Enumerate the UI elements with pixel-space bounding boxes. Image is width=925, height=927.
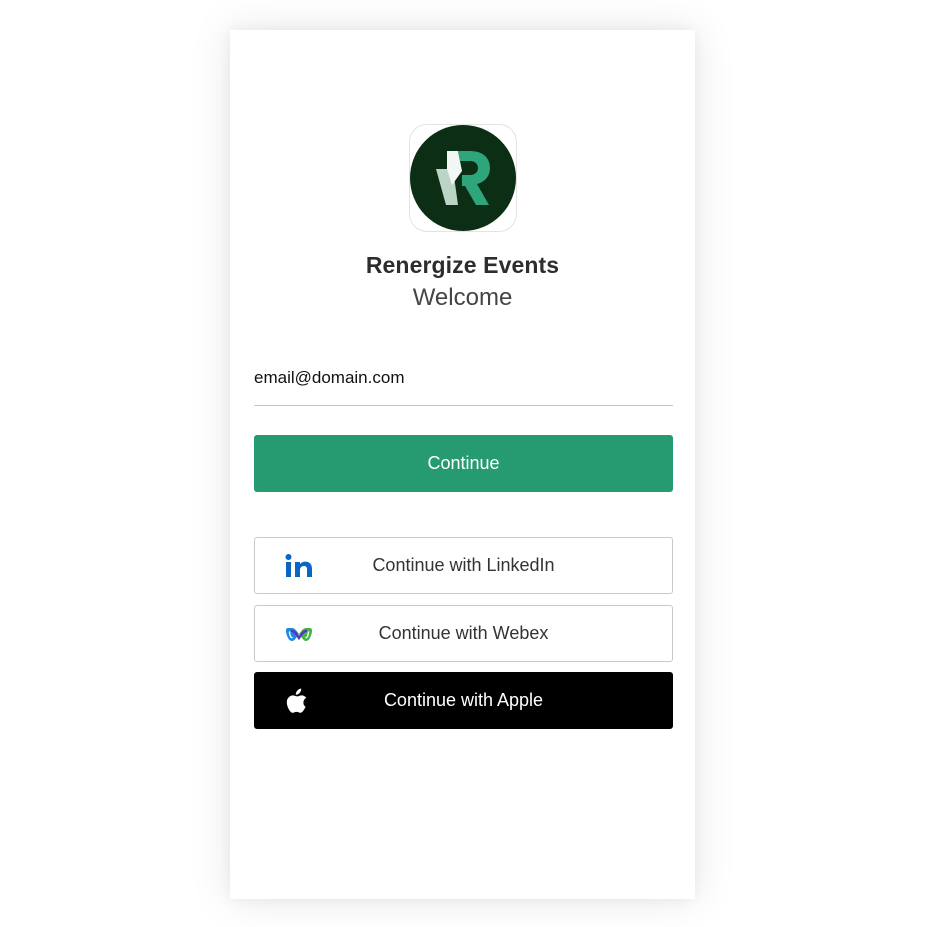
login-card: Renergize Events Welcome Continue Contin…	[230, 30, 695, 899]
webex-button-label: Continue with Webex	[378, 623, 549, 643]
email-field-wrapper	[254, 364, 673, 406]
app-logo	[409, 124, 517, 232]
page-background: Renergize Events Welcome Continue Contin…	[0, 0, 925, 927]
renergize-logo-icon	[410, 125, 516, 231]
welcome-heading: Welcome	[412, 284, 513, 311]
continue-with-webex-button[interactable]: Continue with Webex	[254, 605, 673, 662]
linkedin-button-label: Continue with LinkedIn	[372, 555, 555, 575]
continue-with-apple-button[interactable]: Continue with Apple	[254, 672, 673, 729]
continue-button[interactable]: Continue	[254, 435, 673, 492]
continue-with-linkedin-button[interactable]: Continue with LinkedIn	[254, 537, 673, 594]
apple-button-label: Continue with Apple	[383, 690, 544, 710]
app-name: Renergize Events	[365, 252, 560, 278]
email-input[interactable]	[254, 364, 673, 392]
